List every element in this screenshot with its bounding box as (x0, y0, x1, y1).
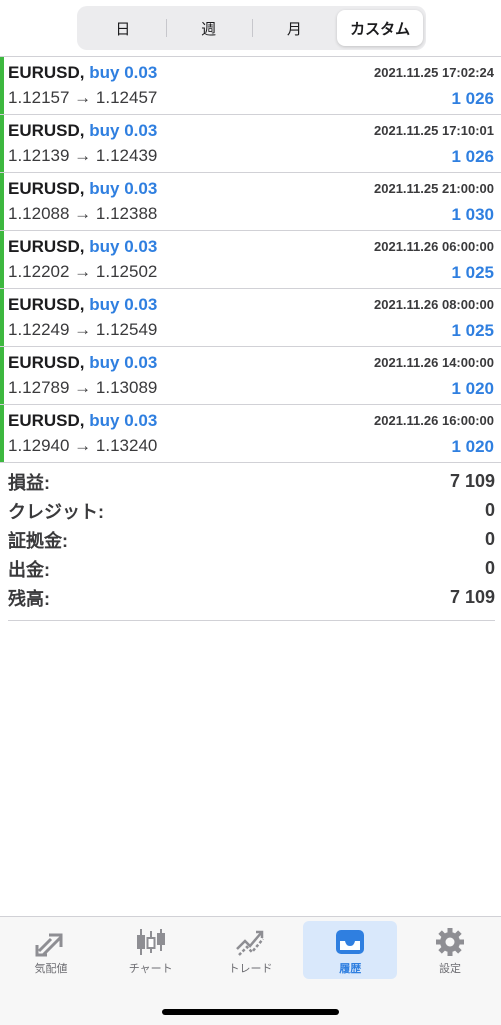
trade-profit: 1 025 (451, 321, 494, 340)
segment-custom[interactable]: カスタム (337, 10, 423, 46)
tab-chart[interactable]: チャート (104, 921, 198, 979)
trade-profit: 1 026 (451, 147, 494, 166)
summary-label: 損益: (8, 472, 50, 493)
buy-indicator-bar (0, 231, 4, 288)
trade-side: buy 0.03 (89, 179, 158, 198)
segment-month[interactable]: 月 (251, 10, 338, 46)
settings-icon (436, 928, 464, 956)
trade-prices: 1.12202 → 1.12502 (8, 262, 158, 281)
summary-deposit-row: 証拠金: 0 (8, 525, 495, 554)
buy-indicator-bar (0, 347, 4, 404)
trade-prices: 1.12940 → 1.13240 (8, 436, 158, 455)
trade-time: 2021.11.25 21:00:00 (374, 181, 494, 196)
buy-indicator-bar (0, 289, 4, 346)
trade-profit: 1 020 (451, 437, 494, 456)
trade-prices: 1.12139 → 1.12439 (8, 146, 158, 165)
summary-value: 0 (484, 529, 495, 549)
trade-time: 2021.11.25 17:02:24 (374, 65, 494, 80)
account-summary: 損益: 7 109 クレジット: 0 証拠金: 0 出金: 0 残高: 7 109 (8, 467, 495, 621)
trade-symbol: EURUSD, buy 0.03 (8, 179, 158, 198)
trade-side: buy 0.03 (89, 121, 158, 140)
trade-symbol: EURUSD, buy 0.03 (8, 121, 158, 140)
tab-history[interactable]: 履歴 (303, 921, 398, 979)
period-segmented-control: 日 週 月 カスタム (77, 6, 426, 50)
trade-prices: 1.12249 → 1.12549 (8, 320, 158, 339)
trade-row[interactable]: EURUSD, buy 0.03 2021.11.26 16:00:00 1.1… (0, 405, 501, 463)
trade-row[interactable]: EURUSD, buy 0.03 2021.11.25 17:10:01 1.1… (0, 115, 501, 173)
trade-row[interactable]: EURUSD, buy 0.03 2021.11.26 14:00:00 1.1… (0, 347, 501, 405)
tab-label: 設定 (439, 963, 461, 975)
trade-time: 2021.11.26 06:00:00 (374, 239, 494, 254)
summary-credit-row: クレジット: 0 (8, 496, 495, 525)
home-indicator[interactable] (162, 1009, 339, 1015)
summary-withdrawal-row: 出金: 0 (8, 554, 495, 583)
tab-label: 気配値 (34, 963, 68, 975)
summary-label: クレジット: (8, 501, 104, 522)
summary-value: 0 (484, 500, 495, 520)
trade-prices: 1.12789 → 1.13089 (8, 378, 158, 397)
tab-trade[interactable]: トレード (204, 921, 298, 979)
history-icon (336, 930, 365, 954)
trade-symbol: EURUSD, buy 0.03 (8, 353, 158, 372)
trade-prices: 1.12157 → 1.12457 (8, 88, 158, 107)
bottom-tab-bar: 気配値 チャート トレード 履歴 設定 (0, 916, 501, 1025)
trade-row[interactable]: EURUSD, buy 0.03 2021.11.26 06:00:00 1.1… (0, 231, 501, 289)
summary-label: 残高: (8, 588, 50, 609)
trade-row[interactable]: EURUSD, buy 0.03 2021.11.25 17:02:24 1.1… (0, 57, 501, 115)
summary-label: 出金: (8, 559, 50, 580)
quotes-icon (35, 933, 63, 957)
trade-symbol: EURUSD, buy 0.03 (8, 237, 158, 256)
summary-balance-row: 残高: 7 109 (8, 583, 495, 612)
trade-side: buy 0.03 (89, 63, 158, 82)
tab-quotes[interactable]: 気配値 (4, 921, 98, 979)
trade-icon (235, 930, 264, 956)
trade-side: buy 0.03 (89, 411, 158, 430)
trade-time: 2021.11.26 16:00:00 (374, 413, 494, 428)
trade-time: 2021.11.25 17:10:01 (374, 123, 494, 138)
trade-symbol: EURUSD, buy 0.03 (8, 295, 158, 314)
buy-indicator-bar (0, 115, 4, 172)
trade-side: buy 0.03 (89, 237, 158, 256)
summary-value: 0 (484, 558, 495, 578)
tab-settings[interactable]: 設定 (403, 921, 497, 979)
buy-indicator-bar (0, 405, 4, 462)
segment-day[interactable]: 日 (80, 10, 166, 46)
buy-indicator-bar (0, 57, 4, 114)
trade-profit: 1 030 (451, 205, 494, 224)
summary-value: 7 109 (449, 587, 495, 607)
summary-label: 証拠金: (8, 530, 68, 551)
trade-profit: 1 020 (451, 379, 494, 398)
trade-symbol: EURUSD, buy 0.03 (8, 411, 158, 430)
trade-side: buy 0.03 (89, 295, 158, 314)
trade-row[interactable]: EURUSD, buy 0.03 2021.11.26 08:00:00 1.1… (0, 289, 501, 347)
trade-time: 2021.11.26 14:00:00 (374, 355, 494, 370)
trade-side: buy 0.03 (89, 353, 158, 372)
summary-value: 7 109 (449, 471, 495, 491)
trade-profit: 1 025 (451, 263, 494, 282)
trade-time: 2021.11.26 08:00:00 (374, 297, 494, 312)
trade-prices: 1.12088 → 1.12388 (8, 204, 158, 223)
trade-history-list: EURUSD, buy 0.03 2021.11.25 17:02:24 1.1… (0, 56, 501, 463)
tab-label: 履歴 (339, 963, 362, 975)
segment-week[interactable]: 週 (165, 10, 252, 46)
buy-indicator-bar (0, 173, 4, 230)
chart-icon (136, 929, 165, 955)
tab-label: トレード (228, 963, 273, 975)
trade-profit: 1 026 (451, 89, 494, 108)
trade-symbol: EURUSD, buy 0.03 (8, 63, 158, 82)
trade-row[interactable]: EURUSD, buy 0.03 2021.11.25 21:00:00 1.1… (0, 173, 501, 231)
tab-label: チャート (128, 963, 173, 975)
summary-profit-row: 損益: 7 109 (8, 467, 495, 496)
